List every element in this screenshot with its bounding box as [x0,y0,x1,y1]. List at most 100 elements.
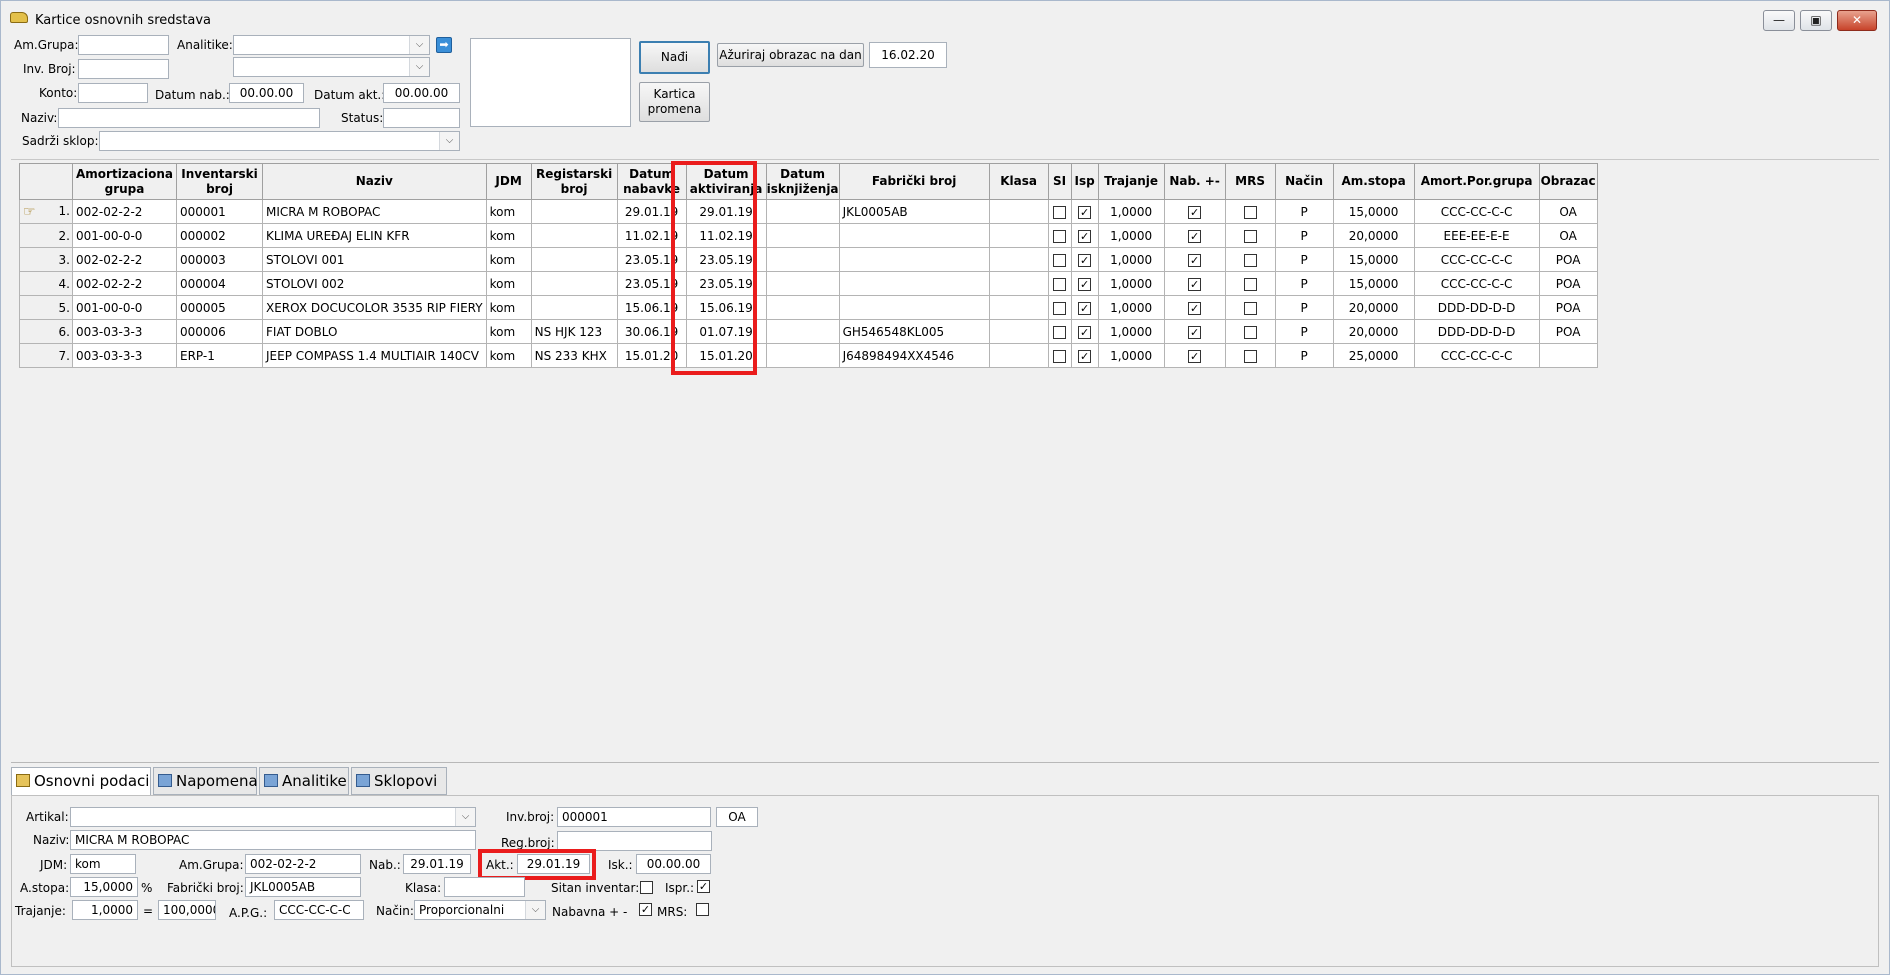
cell-inv[interactable]: ERP-1 [176,343,263,368]
table-row[interactable]: 5. 001-00-0-0 000005 XEROX DOCUCOLOR 3535 R… [19,295,1598,320]
row-number[interactable]: 4. [19,271,73,296]
mrs-checkbox[interactable] [1243,277,1257,291]
apg-detail-input[interactable]: CCC-CC-C-C [274,900,364,920]
nabpm-checkbox[interactable]: ✓ [1188,349,1202,363]
analitike-combo[interactable]: ⌵ [233,35,430,55]
konto-input[interactable] [78,83,148,103]
cell-apg[interactable]: EEE-EE-E-E [1413,223,1540,248]
sadrzi-sklop-combo[interactable]: ⌵ [99,131,460,151]
close-button[interactable]: ✕ [1837,10,1877,31]
klasa-detail-input[interactable] [444,877,525,897]
cell-naziv[interactable]: FIAT DOBLO [262,319,487,344]
inv-broj-detail-input[interactable]: 000001 [557,807,711,827]
obrazac-detail-input[interactable]: OA [716,807,758,827]
cell-traj[interactable]: 1,0000 [1097,319,1165,344]
cell-klasa[interactable] [988,199,1049,224]
cell-nacin[interactable]: P [1274,295,1334,320]
cell-reg[interactable] [530,199,618,224]
isp-checkbox[interactable]: ✓ [1078,229,1092,243]
column-header[interactable]: MRS [1224,163,1276,200]
mrs-checkbox[interactable] [1243,301,1257,315]
naziv-detail-input[interactable]: MICRA M ROBOPAC [70,830,476,850]
cell-apg[interactable]: DDD-DD-D-D [1413,319,1540,344]
nab-detail-input[interactable]: 29.01.19 [403,854,471,874]
cell-traj[interactable]: 1,0000 [1097,295,1165,320]
column-header[interactable]: Am.stopa [1332,163,1415,200]
cell-naziv[interactable]: XEROX DOCUCOLOR 3535 RIP FIERY [262,295,487,320]
isp-checkbox[interactable]: ✓ [1078,205,1092,219]
cell-klasa[interactable] [988,319,1049,344]
row-number[interactable]: 5. [19,295,73,320]
nabpm-checkbox[interactable]: ✓ [1188,205,1202,219]
cell-fab[interactable] [838,247,990,272]
cell-obrazac[interactable]: POA [1538,247,1598,272]
row-number[interactable]: 6. [19,319,73,344]
jdm-detail-input[interactable]: kom [70,854,136,874]
cell-inv[interactable]: 000003 [176,247,263,272]
cell-obrazac[interactable]: POA [1538,319,1598,344]
arrow-right-icon[interactable]: ➡ [436,37,452,53]
cell-stopa[interactable]: 15,0000 [1332,271,1415,296]
maximize-button[interactable]: ▣ [1800,10,1832,31]
cell-stopa[interactable]: 15,0000 [1332,247,1415,272]
cell-apg[interactable]: DDD-DD-D-D [1413,295,1540,320]
mrs-checkbox[interactable] [1243,253,1257,267]
cell-reg[interactable] [530,223,618,248]
cell-stopa[interactable]: 15,0000 [1332,199,1415,224]
cell-jdm[interactable]: kom [485,223,532,248]
cell-klasa[interactable] [988,295,1049,320]
cell-jdm[interactable]: kom [485,199,532,224]
column-header[interactable]: SI [1047,163,1072,200]
azuriraj-date-input[interactable]: 16.02.20 [869,42,947,68]
row-number[interactable]: 7. [19,343,73,368]
cell-stopa[interactable]: 20,0000 [1332,319,1415,344]
mrs-checkbox[interactable] [1243,229,1257,243]
cell-isk[interactable] [765,343,840,368]
cell-fab[interactable] [838,295,990,320]
cell-klasa[interactable] [988,247,1049,272]
si-checkbox[interactable] [1053,277,1067,291]
table-row[interactable]: ☞ 1. 002-02-2-2 000001 MICRA M ROBOPAC kom 29.… [19,199,1598,224]
cell-nacin[interactable]: P [1274,223,1334,248]
inv-broj-input[interactable] [78,59,169,79]
status-input[interactable] [383,108,460,128]
cell-apg[interactable]: CCC-CC-C-C [1413,343,1540,368]
cell-klasa[interactable] [988,343,1049,368]
table-row[interactable]: 3. 002-02-2-2 000003 STOLOVI 001 kom 23.05.19… [19,247,1598,272]
cell-naziv[interactable]: MICRA M ROBOPAC [262,199,487,224]
cell-reg[interactable] [530,271,618,296]
si-checkbox[interactable] [1053,205,1067,219]
tab-osnovni-podaci[interactable]: Osnovni podaci [11,767,151,796]
cell-klasa[interactable] [988,271,1049,296]
cell-naziv[interactable]: JEEP COMPASS 1.4 MULTIAIR 140CV [262,343,487,368]
mrs-checkbox[interactable] [1243,205,1257,219]
isp-checkbox[interactable]: ✓ [1078,301,1092,315]
minimize-button[interactable]: — [1763,10,1795,31]
selected-items-memo[interactable] [470,38,631,127]
tab-analitike[interactable]: Analitike [259,767,349,795]
cell-reg[interactable]: NS 233 KHX [530,343,618,368]
cell-naziv[interactable]: STOLOVI 001 [262,247,487,272]
naziv-input[interactable] [58,108,320,128]
cell-nacin[interactable]: P [1274,271,1334,296]
chevron-down-icon[interactable]: ⌵ [409,58,429,76]
cell-naziv[interactable]: KLIMA UREĐAJ ELIN KFR [262,223,487,248]
cell-am-grupa[interactable]: 003-03-3-3 [72,319,177,344]
am-grupa-detail-input[interactable]: 002-02-2-2 [245,854,361,874]
cell-am-grupa[interactable]: 001-00-0-0 [72,295,177,320]
column-header[interactable]: JDM [485,163,532,200]
isp-checkbox[interactable]: ✓ [1078,253,1092,267]
cell-obrazac[interactable] [1538,343,1598,368]
column-header[interactable]: Obrazac [1538,163,1598,200]
cell-fab[interactable]: JKL0005AB [838,199,990,224]
cell-jdm[interactable]: kom [485,343,532,368]
a-stopa-detail-input[interactable]: 15,0000 [70,877,138,897]
si-checkbox[interactable] [1053,325,1067,339]
cell-reg[interactable] [530,247,618,272]
cell-fab[interactable]: J64898494XX4546 [838,343,990,368]
cell-stopa[interactable]: 20,0000 [1332,223,1415,248]
isp-checkbox[interactable]: ✓ [1078,325,1092,339]
column-header[interactable]: Klasa [988,163,1049,200]
ispr-checkbox[interactable]: ✓ [697,880,710,893]
cell-apg[interactable]: CCC-CC-C-C [1413,271,1540,296]
